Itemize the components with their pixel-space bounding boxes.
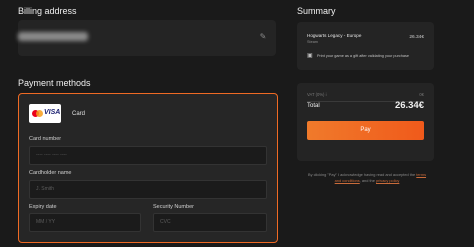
expiry-date-field[interactable]: MM / YY	[29, 213, 141, 232]
visa-logo: VISA	[44, 109, 61, 116]
expiry-date-placeholder: MM / YY	[36, 219, 56, 225]
billing-address-heading: Billing address	[18, 6, 77, 16]
pay-button[interactable]: Pay	[307, 121, 424, 140]
security-number-label: Security Number	[153, 204, 194, 210]
gift-option-row[interactable]: ▣ Print your game as a gift after valida…	[297, 52, 434, 62]
card-number-label: Card number	[29, 136, 62, 142]
order-summary-box: Hogwarts Legacy - Europe Steam 26.34€ ▣ …	[297, 22, 434, 70]
vat-label: VAT (0%) i	[307, 92, 327, 97]
security-number-field[interactable]: CVC	[153, 213, 267, 232]
cardholder-name-field[interactable]: J. Smith	[29, 180, 267, 199]
legal-prefix: By clicking "Pay" I acknowledge having r…	[307, 172, 416, 177]
game-price: 26.34€	[409, 35, 424, 40]
cardholder-name-placeholder: J. Smith	[36, 186, 55, 192]
cardholder-name-label: Cardholder name	[29, 170, 72, 176]
gift-icon: ▣	[307, 53, 313, 59]
expiry-date-label: Expiry date	[29, 204, 57, 210]
card-brands-logo: VISA	[29, 104, 61, 123]
privacy-link[interactable]: privacy policy	[376, 178, 399, 183]
game-store: Steam	[307, 40, 318, 44]
card-option-label: Card	[72, 111, 86, 117]
total-label: Total	[307, 103, 320, 109]
vat-value: 0€	[419, 92, 424, 97]
edit-icon[interactable]: ✎	[258, 32, 268, 42]
total-box: VAT (0%) i 0€ Total 26.34€ Pay	[297, 83, 434, 161]
total-value: 26.34€	[394, 100, 424, 111]
billing-address-box[interactable]: ✎	[18, 20, 276, 56]
card-number-field[interactable]: ---- ---- ---- ----	[29, 146, 267, 165]
card-payment-option[interactable]: VISA Card Card number ---- ---- ---- ---…	[18, 93, 278, 243]
mastercard-icon-overlap	[36, 110, 43, 117]
card-number-placeholder: ---- ---- ---- ----	[36, 152, 67, 158]
payment-methods-heading: Payment methods	[18, 78, 91, 88]
redacted-address	[18, 32, 88, 41]
security-number-placeholder: CVC	[160, 219, 171, 225]
summary-heading: Summary	[297, 6, 336, 16]
gift-text: Print your game as a gift after validati…	[317, 54, 410, 58]
game-title: Hogwarts Legacy - Europe	[307, 33, 362, 38]
legal-notice: By clicking "Pay" I acknowledge having r…	[305, 172, 429, 184]
legal-and: , and the	[359, 178, 375, 183]
